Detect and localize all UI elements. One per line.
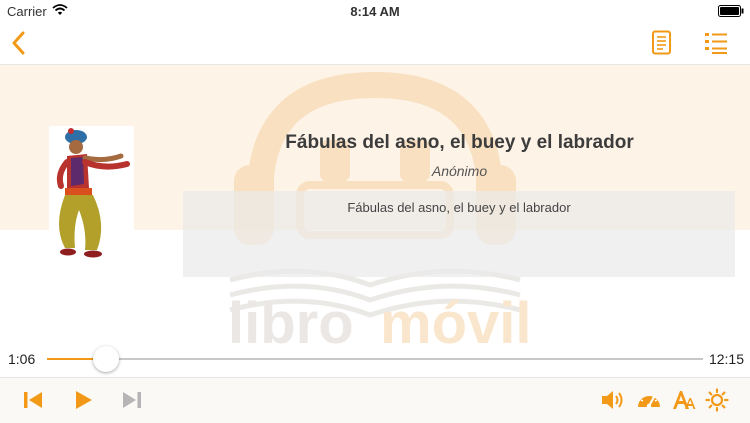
elapsed-time: 1:06 — [8, 351, 36, 367]
now-playing-content: libro móvil Fábulas del asno, el buey y … — [0, 65, 750, 356]
font-size-button[interactable] — [671, 388, 697, 412]
book-description: Fábulas del asno, el buey y el labrador — [347, 200, 571, 215]
watermark-text-movil: móvil — [380, 291, 532, 345]
speed-gauge-icon — [636, 393, 662, 416]
playback-speed-button[interactable] — [636, 388, 662, 412]
status-time: 8:14 AM — [350, 4, 400, 19]
total-duration: 12:15 — [708, 351, 744, 367]
progress-slider-thumb[interactable] — [93, 346, 120, 372]
brightness-icon — [705, 388, 729, 416]
skip-back-icon — [21, 392, 45, 416]
list-icon — [704, 33, 728, 59]
book-author: Anónimo — [431, 163, 488, 179]
play-icon — [71, 391, 95, 416]
skip-back-button[interactable] — [21, 388, 45, 412]
playback-progress: 1:06 12:15 — [0, 345, 750, 375]
font-size-icon — [671, 391, 697, 416]
progress-slider[interactable] — [47, 346, 703, 372]
watermark-text-libro: libro — [228, 291, 354, 345]
book-title: Fábulas del asno, el buey y el labrador — [285, 132, 634, 153]
volume-button[interactable] — [600, 388, 624, 412]
play-button[interactable] — [71, 388, 95, 412]
book-cover-image — [49, 126, 134, 266]
back-button[interactable] — [8, 30, 30, 56]
skip-forward-button[interactable] — [120, 388, 144, 412]
status-bar: Carrier 8:14 AM — [0, 0, 750, 22]
document-icon — [650, 30, 674, 60]
skip-forward-icon — [120, 392, 144, 416]
description-panel: Fábulas del asno, el buey y el labrador — [183, 191, 735, 277]
brightness-button[interactable] — [705, 388, 729, 412]
battery-icon — [718, 5, 744, 17]
playback-toolbar — [0, 377, 750, 423]
volume-icon — [600, 391, 626, 416]
chevron-left-icon — [8, 31, 30, 60]
document-button[interactable] — [650, 30, 674, 56]
chapters-button[interactable] — [704, 31, 728, 55]
